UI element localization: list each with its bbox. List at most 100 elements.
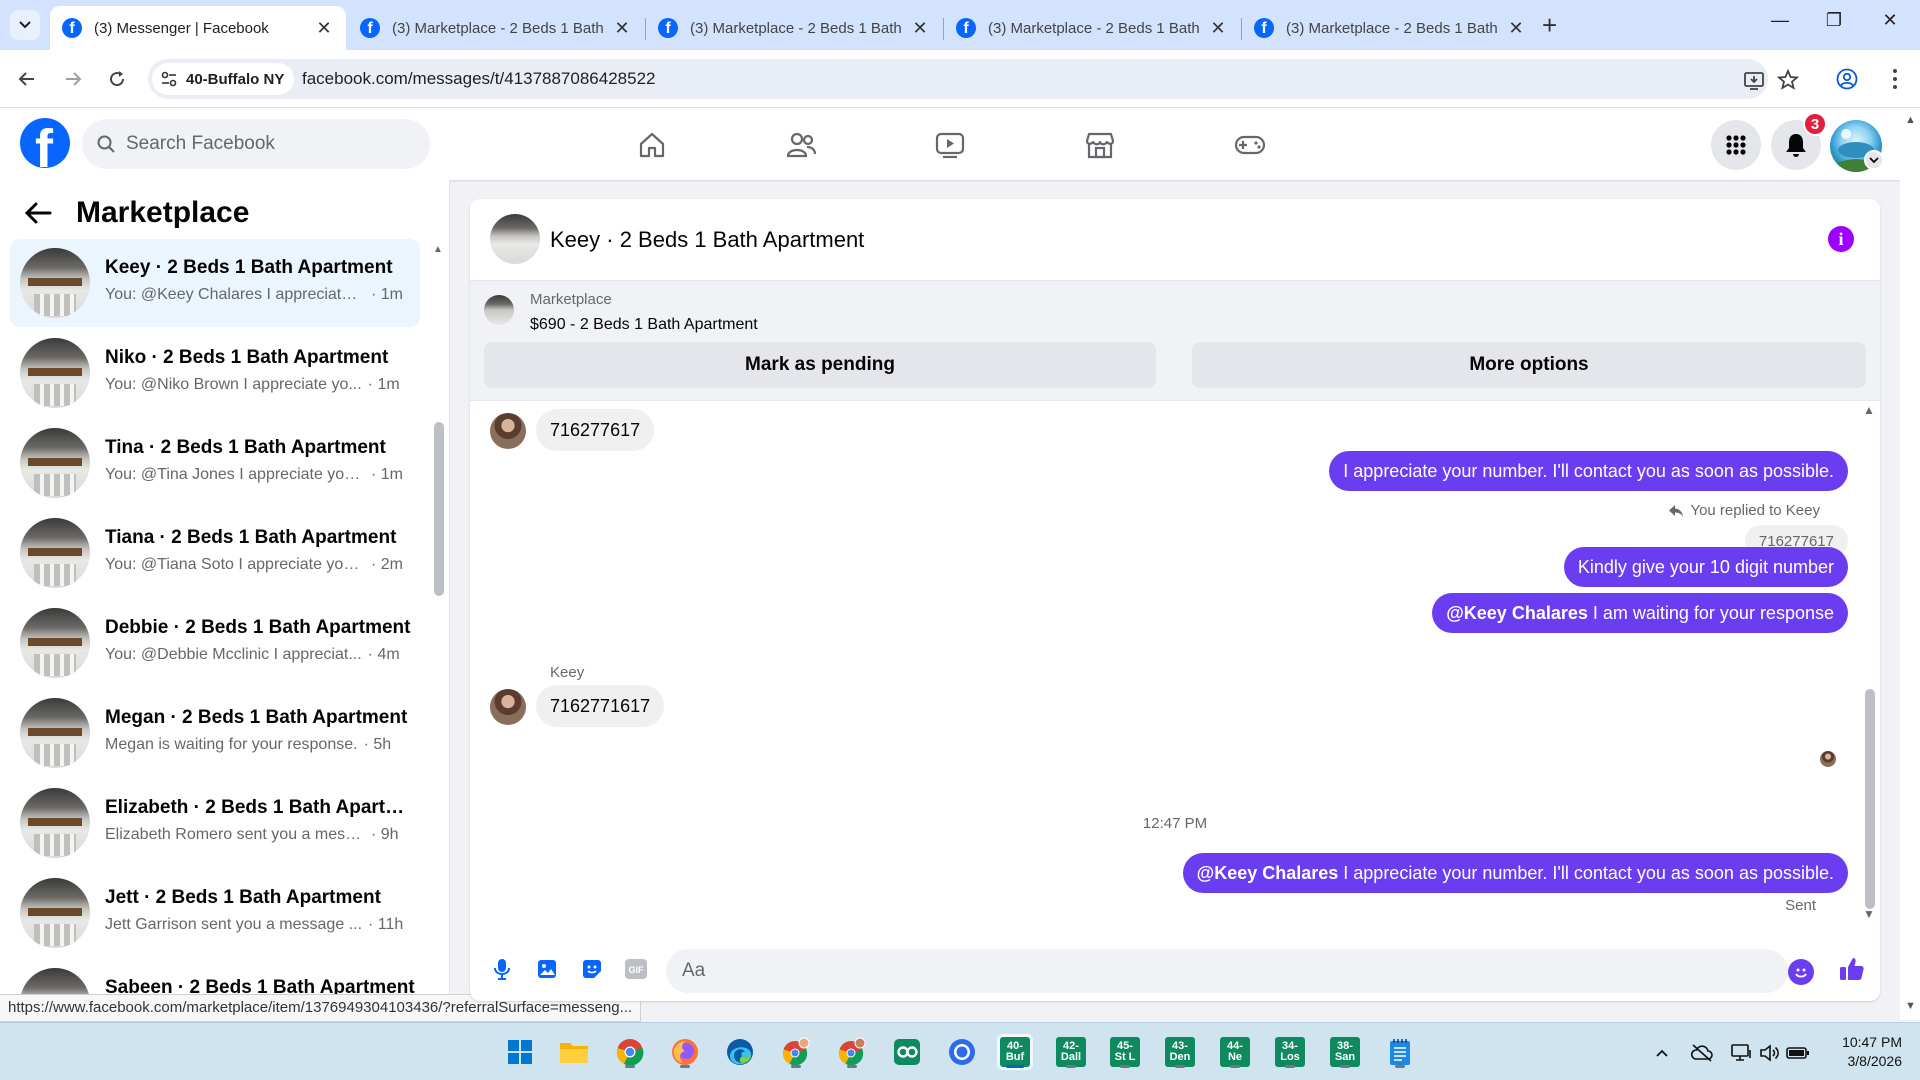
menu-grid-button[interactable] [1711, 120, 1761, 170]
nav-home-icon[interactable] [592, 122, 712, 168]
taskbar-chrome[interactable] [612, 1034, 648, 1070]
taskbar-chrome-profile-3[interactable] [834, 1034, 870, 1070]
outgoing-message[interactable]: I appreciate your number. I'll contact y… [1329, 451, 1848, 491]
search-input[interactable] [126, 133, 406, 155]
tab-close-icon[interactable]: ✕ [314, 18, 334, 39]
conversation-niko[interactable]: Niko · 2 Beds 1 Bath Apartment You: @Nik… [10, 329, 420, 417]
taskbar-chrome-profile-2[interactable] [778, 1034, 814, 1070]
taskbar-chrome-window-sanantonio[interactable]: 38- San [1327, 1034, 1363, 1070]
scroll-down-arrow-icon[interactable]: ▼ [1863, 907, 1875, 921]
taskbar-edge[interactable] [722, 1034, 758, 1070]
taskbar-chrome-window-buffalo[interactable]: 40- Buf [997, 1034, 1033, 1070]
battery-icon[interactable] [1784, 1039, 1812, 1067]
browser-tab-marketplace-1[interactable]: f (3) Marketplace - 2 Beds 1 Bath ✕ [348, 6, 644, 50]
browser-tab-marketplace-2[interactable]: f (3) Marketplace - 2 Beds 1 Bath ✕ [646, 6, 942, 50]
bookmark-star-icon[interactable] [1776, 68, 1800, 92]
message-input[interactable] [666, 949, 1788, 993]
url-text[interactable]: facebook.com/messages/t/4137887086428522 [302, 69, 655, 89]
outgoing-message-mention[interactable]: @Keey Chalares I appreciate your number.… [1182, 853, 1848, 893]
account-caret-icon[interactable] [1864, 150, 1884, 170]
profile-account-icon[interactable] [1832, 64, 1862, 94]
taskbar-app-go[interactable] [889, 1034, 925, 1070]
network-icon[interactable] [1728, 1039, 1756, 1067]
new-tab-plus-icon[interactable]: + [1542, 12, 1557, 38]
mention[interactable]: @Keey Chalares [1446, 603, 1588, 624]
tab-close-icon[interactable]: ✕ [1208, 18, 1228, 39]
conversation-keey[interactable]: Keey · 2 Beds 1 Bath Apartment You: @Kee… [10, 239, 420, 327]
tab-search-button[interactable] [10, 10, 40, 40]
conversation-tiana[interactable]: Tiana · 2 Beds 1 Bath Apartment You: @Ti… [10, 509, 420, 597]
back-arrow-icon[interactable] [12, 64, 42, 94]
volume-icon[interactable] [1756, 1039, 1784, 1067]
sender-avatar[interactable] [490, 413, 526, 449]
listing-thumbnail[interactable] [484, 295, 514, 325]
tray-overflow-chevron-icon[interactable] [1648, 1039, 1676, 1067]
tab-close-icon[interactable]: ✕ [1506, 18, 1526, 39]
taskbar-chrome-window-losangeles[interactable]: 34- Los [1272, 1034, 1308, 1070]
photo-icon[interactable] [531, 953, 563, 985]
mention[interactable]: @Keey Chalares [1197, 863, 1339, 884]
browser-tab-messenger[interactable]: f (3) Messenger | Facebook ✕ [50, 6, 346, 50]
mark-as-pending-button[interactable]: Mark as pending [484, 342, 1156, 388]
sticker-icon[interactable] [576, 953, 608, 985]
scroll-up-arrow-icon[interactable]: ▲ [1905, 114, 1916, 126]
tab-close-icon[interactable]: ✕ [910, 18, 930, 39]
taskbar-notepad[interactable] [1382, 1034, 1418, 1070]
search-box[interactable] [82, 119, 430, 169]
cloud-offline-icon[interactable] [1688, 1039, 1716, 1067]
back-arrow-icon[interactable] [24, 201, 52, 225]
taskbar-chrome-window-denver[interactable]: 43- Den [1162, 1034, 1198, 1070]
conversation-jett[interactable]: Jett · 2 Beds 1 Bath Apartment Jett Garr… [10, 869, 420, 957]
facebook-logo-icon[interactable]: f [20, 118, 70, 168]
browser-tab-marketplace-4[interactable]: f (3) Marketplace - 2 Beds 1 Bath ✕ [1242, 6, 1538, 50]
page-scrollbar[interactable]: ▲ ▼ [1900, 108, 1920, 1020]
chat-title[interactable]: Keey · 2 Beds 1 Bath Apartment [550, 227, 864, 253]
info-icon[interactable]: i [1828, 226, 1854, 252]
omnibox[interactable]: 40-Buffalo NY facebook.com/messages/t/41… [148, 59, 1800, 99]
taskbar-chrome-window-stlouis[interactable]: 45- St L [1107, 1034, 1143, 1070]
reload-icon[interactable] [102, 64, 132, 94]
scroll-up-arrow-icon[interactable]: ▲ [433, 244, 443, 255]
taskbar-chrome-window-ne[interactable]: 44- Ne [1217, 1034, 1253, 1070]
incoming-message[interactable]: 716277617 [536, 409, 655, 451]
sender-avatar[interactable] [490, 689, 526, 725]
conversation-debbie[interactable]: Debbie · 2 Beds 1 Bath Apartment You: @D… [10, 599, 420, 687]
start-button[interactable] [502, 1034, 538, 1070]
emoji-icon[interactable] [1788, 959, 1814, 985]
kebab-menu-icon[interactable] [1880, 64, 1910, 94]
forward-arrow-icon[interactable] [58, 64, 88, 94]
taskbar-file-explorer[interactable] [556, 1034, 592, 1070]
sidebar-scrollbar[interactable] [434, 422, 444, 596]
scroll-up-arrow-icon[interactable]: ▲ [1863, 403, 1875, 417]
nav-gaming-icon[interactable] [1190, 122, 1310, 168]
conversation-megan[interactable]: Megan · 2 Beds 1 Bath Apartment Megan is… [10, 689, 420, 777]
chat-listing-avatar[interactable] [490, 214, 540, 264]
taskbar-app-signal[interactable] [944, 1034, 980, 1070]
bell-icon [1786, 134, 1806, 157]
nav-marketplace-icon[interactable] [1040, 122, 1160, 168]
thumbs-up-icon[interactable] [1836, 953, 1868, 985]
nav-friends-icon[interactable] [741, 122, 861, 168]
taskbar-firefox[interactable] [667, 1034, 703, 1070]
outgoing-message[interactable]: Kindly give your 10 digit number [1563, 547, 1848, 587]
conversation-elizabeth[interactable]: Elizabeth · 2 Beds 1 Bath Apartm... Eliz… [10, 779, 420, 867]
tab-close-icon[interactable]: ✕ [612, 18, 632, 39]
install-app-icon[interactable] [1742, 68, 1766, 92]
taskbar-chrome-window-dallas[interactable]: 42- Dall [1053, 1034, 1089, 1070]
site-info-chip[interactable]: 40-Buffalo NY [152, 63, 295, 95]
incoming-message[interactable]: 7162771617 [536, 685, 665, 727]
window-close-icon[interactable]: ✕ [1870, 10, 1910, 31]
browser-tab-marketplace-3[interactable]: f (3) Marketplace - 2 Beds 1 Bath ✕ [944, 6, 1240, 50]
system-clock[interactable]: 10:47 PM 3/8/2026 [1812, 1033, 1902, 1071]
chat-scrollbar[interactable] [1865, 689, 1875, 909]
minimize-icon[interactable]: — [1760, 10, 1800, 31]
listing-price-title[interactable]: $690 - 2 Beds 1 Bath Apartment [530, 316, 758, 334]
gif-icon[interactable]: GIF [620, 953, 652, 985]
microphone-icon[interactable] [486, 953, 518, 985]
more-options-button[interactable]: More options [1192, 342, 1866, 388]
outgoing-message-mention[interactable]: @Keey Chalares I am waiting for your res… [1432, 593, 1848, 633]
conversation-tina[interactable]: Tina · 2 Beds 1 Bath Apartment You: @Tin… [10, 419, 420, 507]
nav-video-icon[interactable] [890, 122, 1010, 168]
restore-icon[interactable]: ❐ [1814, 10, 1854, 31]
scroll-down-arrow-icon[interactable]: ▼ [1905, 1000, 1916, 1012]
